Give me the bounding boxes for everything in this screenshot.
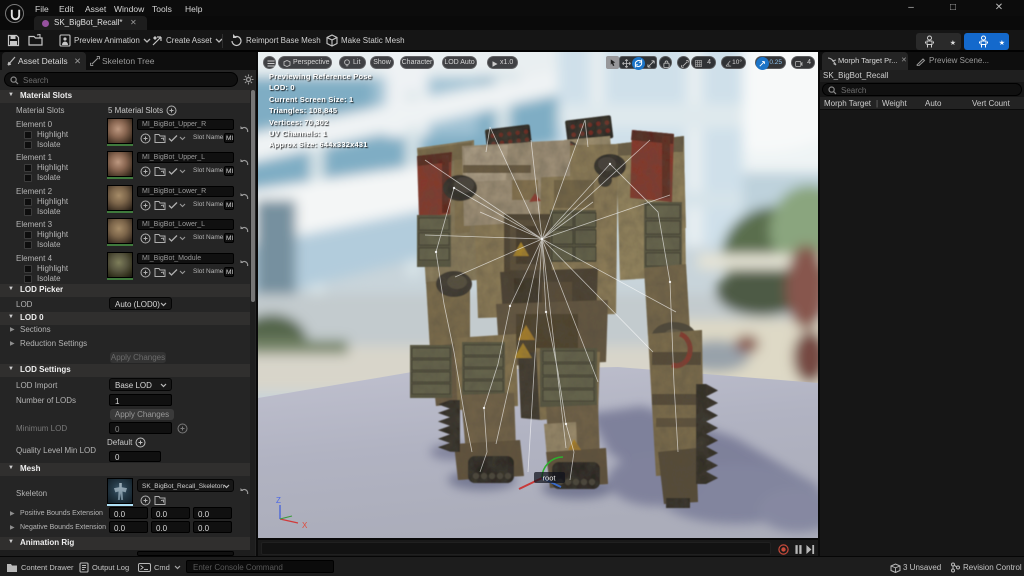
svg-text:Z: Z [276,496,281,505]
svg-text:X: X [302,521,308,530]
svg-text:root: root [543,474,557,483]
